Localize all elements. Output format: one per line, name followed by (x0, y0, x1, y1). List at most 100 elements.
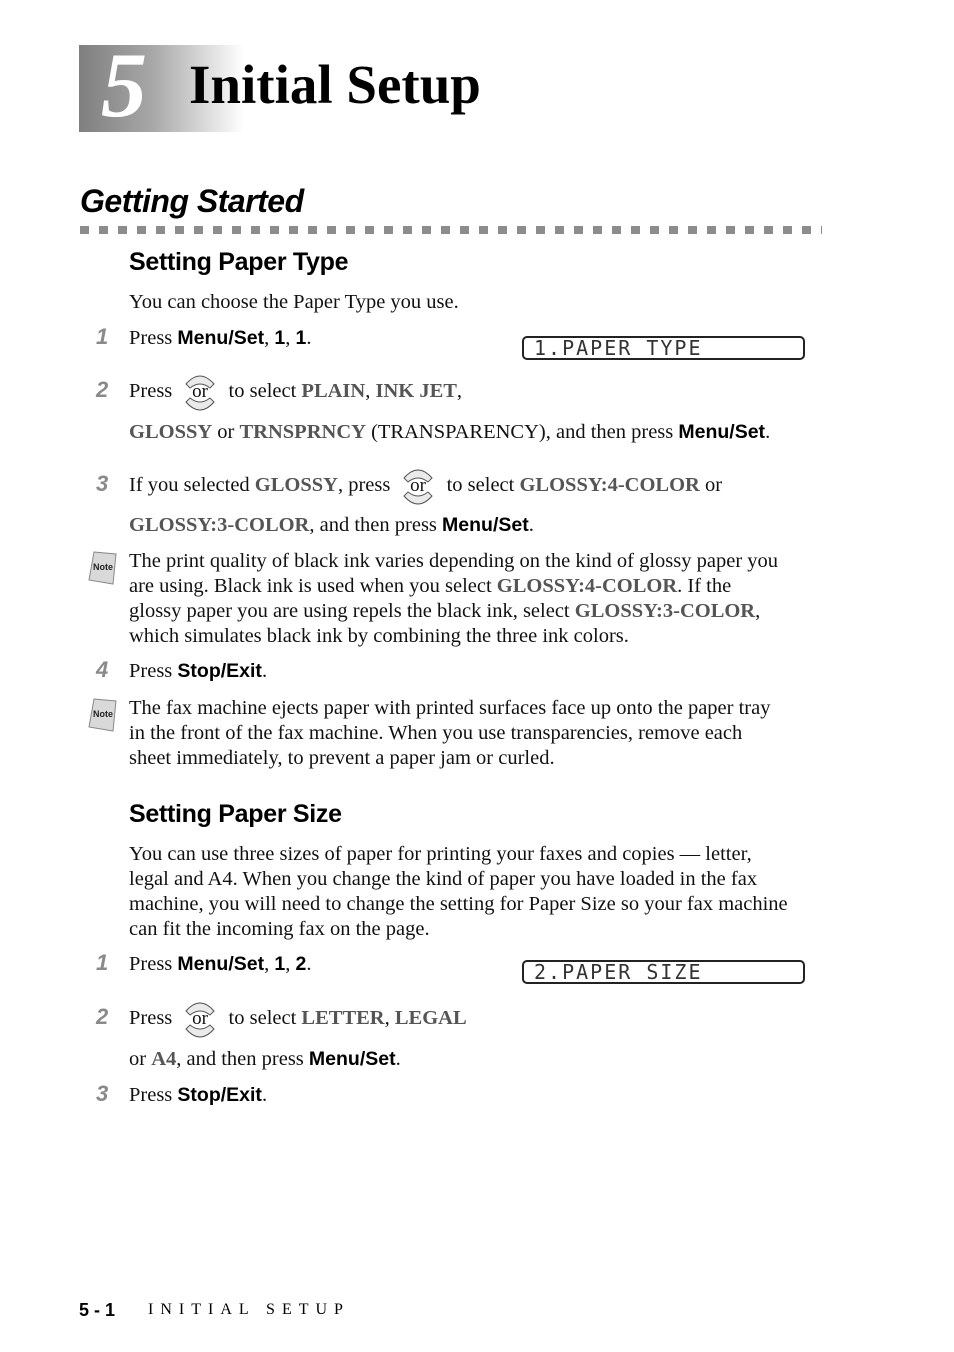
paper-type-step-1: Press Menu/Set, 1, 1. (129, 326, 311, 351)
step-text: . (395, 1048, 401, 1070)
step-number: 2 (96, 1004, 109, 1029)
paper-type-step-4: Press Stop/Exit. (129, 659, 267, 684)
step-text: or (129, 1048, 152, 1070)
intro-line: You can use three sizes of paper for pri… (129, 843, 752, 865)
lcd-display-paper-size: 2.PAPER SIZE (522, 960, 805, 984)
step-text: , (384, 1007, 395, 1029)
up-down-arrow-keys-icon: or (401, 469, 435, 505)
intro-line: legal and A4. When you change the kind o… (129, 868, 758, 890)
option-a4: A4 (151, 1048, 177, 1070)
step-text: Press (129, 327, 178, 349)
step-text: Press (129, 1007, 173, 1029)
option-ink-jet: INK JET (375, 380, 457, 402)
page-number: 5 - 1 (79, 1300, 116, 1320)
note-icon: Note (88, 551, 117, 585)
up-down-arrow-keys-icon: or (183, 1002, 217, 1038)
step-text: . (261, 1084, 268, 1106)
option-glossy-4-color: GLOSSY:4-COLOR (496, 575, 678, 597)
paper-type-intro: You can choose the Paper Type you use. (129, 291, 459, 313)
or-label: or (411, 475, 428, 496)
option-letter: LETTER (301, 1007, 385, 1029)
key-1: 1 (295, 327, 307, 349)
step-text: , (264, 327, 275, 349)
step-number: 3 (96, 471, 109, 496)
menu-set-key: Menu/Set (442, 514, 529, 536)
up-down-arrow-keys-icon: or (183, 375, 217, 411)
note-line: are using. Black ink is used when you se… (129, 575, 732, 597)
menu-set-key: Menu/Set (177, 953, 265, 975)
menu-set-key: Menu/Set (177, 327, 265, 349)
step-text: If you selected (129, 474, 255, 496)
step-text: Press (129, 953, 178, 975)
menu-set-key: Menu/Set (678, 421, 766, 443)
note-line: The fax machine ejects paper with printe… (129, 697, 771, 719)
stop-exit-key: Stop/Exit (177, 1084, 262, 1106)
paper-size-step-2: Press or to select LETTER, LEGAL (129, 1002, 467, 1038)
step-number: 1 (96, 950, 109, 975)
svg-text:Note: Note (93, 562, 113, 572)
subsection-title-paper-type: Setting Paper Type (129, 248, 349, 276)
step-number: 4 (96, 657, 109, 682)
section-divider (80, 226, 822, 234)
note-line: glossy paper you are using repels the bl… (129, 600, 761, 622)
step-text: . (261, 660, 268, 682)
menu-set-key: Menu/Set (308, 1048, 396, 1070)
key-1: 1 (274, 327, 286, 349)
step-text: , (285, 953, 296, 975)
step-text: to select (446, 474, 520, 496)
note-line: which simulates black ink by combining t… (129, 625, 629, 647)
option-glossy-3-color: GLOSSY:3-COLOR (574, 600, 756, 622)
paper-type-step-2: Press or to select PLAIN, INK JET, (129, 375, 463, 411)
step-text: , (456, 380, 463, 402)
svg-text:Note: Note (93, 709, 113, 719)
running-footer-title: INITIAL SETUP (148, 1301, 350, 1318)
option-glossy: GLOSSY (129, 421, 213, 443)
chapter-header: 5 Initial Setup (79, 39, 481, 132)
chapter-number: 5 (101, 34, 147, 136)
intro-line: can fit the incoming fax on the page. (129, 918, 430, 940)
step-text: , (365, 380, 376, 402)
step-text: , press (337, 474, 391, 496)
section-title: Getting Started (80, 183, 304, 219)
paper-size-intro: You can use three sizes of paper for pri… (129, 842, 788, 942)
step-text: or (212, 421, 240, 443)
option-glossy-3-color: GLOSSY:3-COLOR (129, 514, 310, 536)
note-glossy-paper: The print quality of black ink varies de… (129, 549, 778, 649)
step-text: , (285, 327, 296, 349)
or-label: or (193, 381, 210, 402)
step-text: . (765, 421, 771, 443)
note-line: The print quality of black ink varies de… (129, 550, 779, 572)
subsection-title-paper-size: Setting Paper Size (129, 800, 342, 828)
step-text: , (264, 953, 275, 975)
step-text: to select (228, 380, 302, 402)
note-icon: Note (88, 698, 117, 732)
key-1: 1 (274, 953, 286, 975)
note-line: sheet immediately, to prevent a paper ja… (129, 747, 555, 769)
paper-type-step-3-cont: GLOSSY:3-COLOR, and then press Menu/Set. (129, 513, 534, 538)
chapter-title: Initial Setup (189, 54, 481, 115)
option-glossy-4-color: GLOSSY:4-COLOR (519, 474, 700, 496)
note-paper-ejection: The fax machine ejects paper with printe… (129, 696, 770, 771)
step-text: to select (228, 1007, 302, 1029)
step-text: Press (129, 380, 173, 402)
paper-size-step-2-cont: or A4, and then press Menu/Set. (129, 1047, 401, 1072)
step-text: Press (129, 660, 178, 682)
step-number: 1 (96, 324, 109, 349)
option-plain: PLAIN (301, 380, 366, 402)
step-number: 3 (96, 1081, 109, 1106)
step-text: or (699, 474, 723, 496)
step-text: Press (129, 1084, 178, 1106)
or-label: or (193, 1008, 210, 1029)
step-text: , and then press (176, 1048, 309, 1070)
paper-size-step-1: Press Menu/Set, 1, 2. (129, 952, 311, 977)
intro-line: machine, you will need to change the set… (129, 893, 788, 915)
step-text: . (306, 327, 312, 349)
paper-type-step-2-cont: GLOSSY or TRNSPRNCY (TRANSPARENCY), and … (129, 420, 770, 445)
step-text: , and then press (309, 514, 443, 536)
note-line: in the front of the fax machine. When yo… (129, 722, 743, 744)
step-text: (TRANSPARENCY), and then press (365, 421, 679, 443)
step-number: 2 (96, 377, 109, 402)
lcd-display-paper-type: 1.PAPER TYPE (522, 336, 805, 360)
paper-size-step-3: Press Stop/Exit. (129, 1083, 267, 1108)
stop-exit-key: Stop/Exit (177, 660, 262, 682)
